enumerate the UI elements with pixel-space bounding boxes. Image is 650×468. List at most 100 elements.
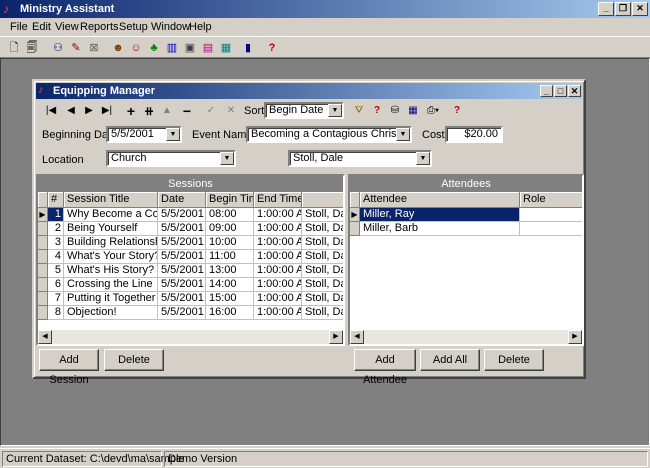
session-cell[interactable]: 5/5/2001 xyxy=(158,222,206,236)
col-header-number[interactable]: # xyxy=(48,192,64,208)
col-header-role[interactable]: Role xyxy=(520,192,582,208)
row-indicator[interactable] xyxy=(38,250,48,264)
child-maximize-button[interactable]: □ xyxy=(554,85,567,97)
last-record-icon[interactable]: ▶| xyxy=(98,103,116,119)
attendees-hscrollbar[interactable]: ◀ ▶ xyxy=(350,330,582,344)
insert-copy-icon[interactable]: ⧺ xyxy=(140,103,158,119)
help-icon[interactable]: ? xyxy=(264,40,280,56)
menu-file[interactable]: File xyxy=(10,20,28,34)
location-select[interactable]: Church ▼ xyxy=(106,150,236,167)
session-cell[interactable]: Being Yourself xyxy=(64,222,158,236)
child-close-button[interactable]: ✕ xyxy=(568,85,581,97)
session-cell[interactable]: 16:00 xyxy=(206,306,254,320)
session-cell[interactable]: 1 xyxy=(48,208,64,222)
chevron-down-icon[interactable]: ▼ xyxy=(166,128,180,141)
session-cell[interactable]: 5/5/2001 xyxy=(158,250,206,264)
attendees-grid[interactable]: Attendees Attendee Role ▶ Miller, Ray Mill… xyxy=(348,174,584,346)
session-cell[interactable]: Stoll, Dale xyxy=(302,222,343,236)
insert-record-icon[interactable]: + xyxy=(122,103,140,119)
col-header-begin-time[interactable]: Begin Time xyxy=(206,192,254,208)
row-indicator[interactable]: ▶ xyxy=(350,208,360,222)
session-cell[interactable]: Objection! xyxy=(64,306,158,320)
add-attendee-button[interactable]: Add Attendee xyxy=(354,349,416,386)
session-cell[interactable]: 1:00:00 AM xyxy=(254,264,302,278)
row-indicator[interactable] xyxy=(350,222,360,236)
money-icon[interactable]: ▦ xyxy=(218,40,234,56)
session-cell[interactable]: Why Become a Contag xyxy=(64,208,158,222)
event-name-select[interactable]: Becoming a Contagious Christian ▼ xyxy=(246,126,412,143)
col-header-leader[interactable] xyxy=(302,192,343,208)
session-cell[interactable]: Stoll, Dale xyxy=(302,264,343,278)
chart-icon[interactable]: ▥ xyxy=(164,40,180,56)
print-icon[interactable]: ⎙▾ xyxy=(424,103,442,119)
child-title-bar[interactable]: Equipping Manager xyxy=(36,83,582,99)
session-cell[interactable]: 7 xyxy=(48,292,64,306)
session-cell[interactable]: What's His Story? xyxy=(64,264,158,278)
session-cell[interactable]: 11:00 xyxy=(206,250,254,264)
minimize-button[interactable]: _ xyxy=(598,2,614,16)
row-indicator[interactable] xyxy=(38,278,48,292)
col-header-attendee[interactable]: Attendee xyxy=(360,192,520,208)
leader-select[interactable]: Stoll, Dale ▼ xyxy=(288,150,432,167)
session-cell[interactable]: Building Relationships xyxy=(64,236,158,250)
move-up-icon[interactable]: ▲ xyxy=(158,103,176,119)
book-icon[interactable]: ▤ xyxy=(200,40,216,56)
edit-person-icon[interactable]: ✎ xyxy=(68,40,84,56)
row-indicator[interactable] xyxy=(38,306,48,320)
session-cell[interactable]: 1:00:00 AM xyxy=(254,292,302,306)
session-cell[interactable]: 1:00:00 AM xyxy=(254,306,302,320)
session-cell[interactable]: Stoll, Dale xyxy=(302,278,343,292)
attendee-cell[interactable] xyxy=(520,208,582,222)
open-icon[interactable]: 🗐 xyxy=(24,40,40,56)
child-minimize-button[interactable]: _ xyxy=(540,85,553,97)
session-cell[interactable]: 5/5/2001 xyxy=(158,278,206,292)
session-cell[interactable]: Stoll, Dale xyxy=(302,236,343,250)
report-icon[interactable]: ▮ xyxy=(240,40,256,56)
session-cell[interactable]: 5/5/2001 xyxy=(158,236,206,250)
row-indicator[interactable] xyxy=(38,292,48,306)
session-cell[interactable]: 8 xyxy=(48,306,64,320)
session-cell[interactable]: 5/5/2001 xyxy=(158,306,206,320)
menu-edit[interactable]: Edit xyxy=(32,20,51,34)
col-header-end-time[interactable]: End Time xyxy=(254,192,302,208)
menu-setup[interactable]: Setup xyxy=(119,20,148,34)
session-cell[interactable]: 5/5/2001 xyxy=(158,292,206,306)
group-icon[interactable]: ☻ xyxy=(110,40,126,56)
row-indicator[interactable]: ▶ xyxy=(38,208,48,222)
session-cell[interactable]: 13:00 xyxy=(206,264,254,278)
session-cell[interactable]: 08:00 xyxy=(206,208,254,222)
session-cell[interactable]: 2 xyxy=(48,222,64,236)
cost-field[interactable]: $20.00 xyxy=(445,126,503,143)
chevron-down-icon[interactable]: ▼ xyxy=(396,128,410,141)
scroll-right-icon[interactable]: ▶ xyxy=(329,330,343,344)
delete-session-button[interactable]: Delete xyxy=(104,349,164,371)
session-cell[interactable]: 3 xyxy=(48,236,64,250)
attendee-cell[interactable] xyxy=(520,222,582,236)
session-cell[interactable]: 5/5/2001 xyxy=(158,208,206,222)
session-cell[interactable]: 5/5/2001 xyxy=(158,264,206,278)
calendar-icon[interactable]: ▣ xyxy=(182,40,198,56)
session-cell[interactable]: 1:00:00 AM xyxy=(254,278,302,292)
session-cell[interactable]: What's Your Story? xyxy=(64,250,158,264)
menu-window[interactable]: Window xyxy=(151,20,190,34)
restore-button[interactable]: ❐ xyxy=(615,2,631,16)
scroll-left-icon[interactable]: ◀ xyxy=(350,330,364,344)
add-all-button[interactable]: Add All xyxy=(420,349,480,371)
row-indicator[interactable] xyxy=(38,264,48,278)
session-cell[interactable]: 6 xyxy=(48,278,64,292)
prior-record-icon[interactable]: ◀ xyxy=(62,103,80,119)
session-cell[interactable]: 1:00:00 AM xyxy=(254,236,302,250)
chevron-down-icon[interactable]: ▼ xyxy=(416,152,430,165)
sessions-hscrollbar[interactable]: ◀ ▶ xyxy=(38,330,343,344)
grid-icon[interactable]: ▦ xyxy=(404,103,422,119)
menu-help[interactable]: Help xyxy=(189,20,212,34)
cancel-icon[interactable]: ✕ xyxy=(222,103,240,119)
session-cell[interactable]: Stoll, Dale xyxy=(302,208,343,222)
session-cell[interactable]: 10:00 xyxy=(206,236,254,250)
session-cell[interactable]: 09:00 xyxy=(206,222,254,236)
session-cell[interactable]: 1:00:00 AM xyxy=(254,250,302,264)
delete-person-icon[interactable]: ⊠ xyxy=(86,40,102,56)
family-icon[interactable]: ☺ xyxy=(128,40,144,56)
sort-select[interactable]: Begin Date ▼ xyxy=(264,102,344,119)
row-indicator[interactable] xyxy=(38,222,48,236)
